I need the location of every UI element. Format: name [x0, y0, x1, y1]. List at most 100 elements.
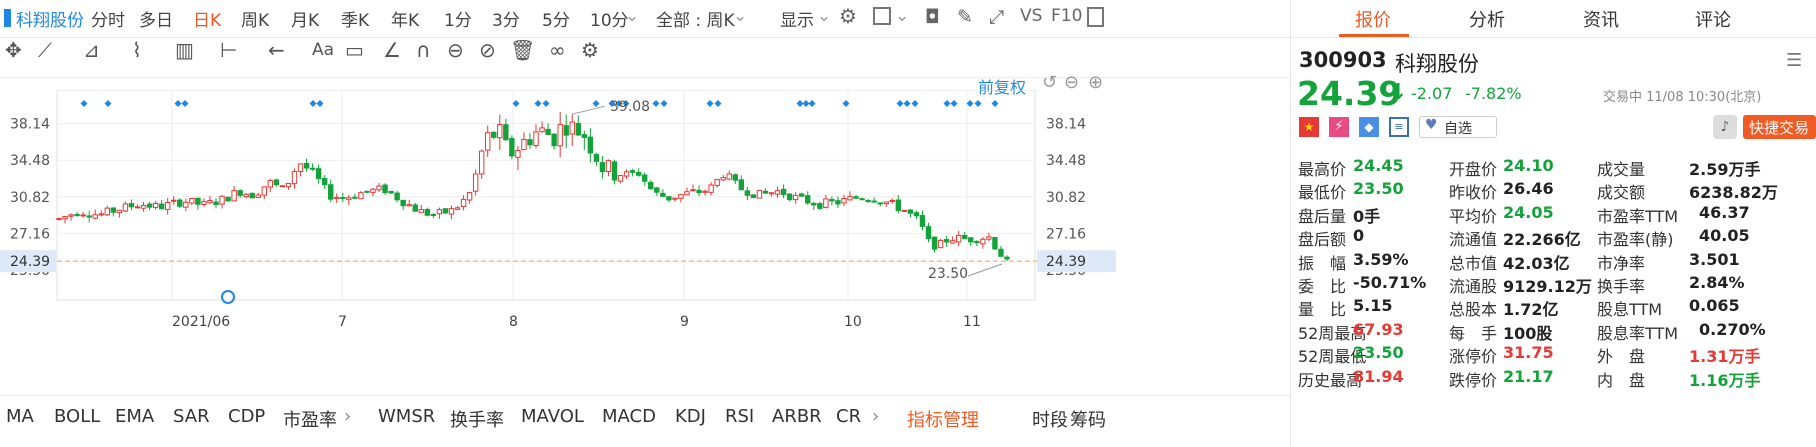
period-tab[interactable]: 分时 [91, 6, 125, 31]
wave-tool-icon[interactable]: ⌇ [132, 38, 142, 62]
settings-icon[interactable]: ⚙ [839, 4, 857, 28]
trash-icon[interactable]: 🗑 [510, 38, 535, 62]
arrow-down-icon: ↓ [1389, 80, 1408, 105]
camera-icon[interactable]: ◘ [925, 6, 940, 28]
candle-body [291, 171, 298, 185]
candle-body [358, 192, 364, 200]
bell-icon[interactable]: ♪ [1713, 115, 1737, 139]
candle-body [460, 198, 467, 208]
text-tool-icon[interactable]: Aa [312, 40, 334, 60]
stat-value: 26.46 [1503, 179, 1554, 199]
active-tab-underline [1339, 34, 1409, 37]
measure-icon[interactable]: ⊢ [220, 38, 237, 62]
candle-body [726, 173, 732, 180]
indicator-tab[interactable]: RSI [725, 406, 754, 427]
indicator-manage-button[interactable]: 指标管理 [907, 406, 979, 432]
indicator-tab[interactable]: 换手率 [450, 406, 504, 432]
line-tool-icon[interactable]: ⟋ [38, 38, 52, 62]
candle-body [557, 124, 563, 147]
hide-icon[interactable]: ⊘ [479, 38, 496, 62]
indicator-tab[interactable]: MA [6, 406, 34, 427]
candle-body [732, 174, 738, 181]
indicator-tab[interactable]: EMA [115, 406, 154, 427]
dropdown-arrow-icon[interactable]: ⌄ [625, 6, 639, 26]
indicator-tab[interactable]: CDP [228, 406, 265, 427]
indicator-tab[interactable]: CR [836, 406, 861, 427]
period-tab[interactable]: 5分 [542, 6, 570, 31]
stat-value: 0.065 [1689, 296, 1740, 316]
period-tab[interactable]: 年K [391, 6, 419, 31]
trading-status: 交易中 11/08 10:30(北京) [1603, 90, 1762, 105]
magnet-icon[interactable]: ∩ [416, 38, 431, 62]
candle-body [56, 217, 62, 220]
tab-quote[interactable]: 报价 [1355, 6, 1391, 32]
period-tab[interactable]: 3分 [492, 6, 520, 31]
arrow-tool-icon[interactable]: ← [268, 38, 285, 62]
session-button[interactable]: 时段 [1032, 406, 1068, 432]
period-tab[interactable]: 季K [341, 6, 369, 31]
candle-body [841, 198, 847, 204]
candle-body [412, 204, 418, 212]
event-marker [104, 100, 112, 107]
fibonacci-icon[interactable]: ▥ [175, 38, 194, 62]
square-icon[interactable] [873, 7, 891, 25]
candle-body [116, 209, 123, 214]
period-tab[interactable]: 多日 [139, 6, 173, 31]
indicator-tab[interactable]: MAVOL [521, 406, 584, 427]
indicator-tab[interactable]: 市盈率 [283, 406, 337, 432]
period-tab[interactable]: 月K [291, 6, 319, 31]
range-select[interactable]: 全部 : 周K [656, 6, 735, 31]
chevron-down-icon[interactable]: ⌄ [817, 6, 831, 26]
candle-body [213, 201, 219, 206]
channel-tool-icon[interactable]: ⊿ [83, 38, 100, 62]
display-button[interactable]: 显示 [780, 6, 814, 31]
candle-body [509, 138, 515, 157]
link-icon[interactable]: ∞ [549, 38, 566, 62]
menu-icon[interactable]: ☰ [1786, 50, 1802, 71]
period-tab[interactable]: 周K [241, 6, 269, 31]
chips-button[interactable]: 筹码 [1070, 406, 1106, 432]
tab-news[interactable]: 资讯 [1583, 6, 1619, 32]
period-tab-active[interactable]: 日K [193, 6, 221, 31]
period-tab[interactable]: 1分 [444, 6, 472, 31]
angle-icon[interactable]: ∠ [383, 38, 401, 62]
stat-label: 量 比 [1298, 300, 1347, 320]
indicator-tab[interactable]: ARBR [772, 406, 822, 427]
indicator-tab[interactable]: MACD [602, 406, 656, 427]
stat-value: 1.16万手 [1689, 370, 1761, 390]
chevron-right-icon[interactable]: › [344, 406, 351, 427]
stock-name: 科翔股份 [16, 11, 84, 31]
candle-body [478, 150, 485, 175]
f10-button[interactable]: F10 [1051, 6, 1082, 26]
candle-body [786, 193, 793, 201]
stat-value: 0手 [1353, 206, 1381, 226]
fullscreen-icon[interactable]: ⤢ [989, 6, 1004, 28]
tab-analysis[interactable]: 分析 [1469, 6, 1505, 32]
chevron-down-icon[interactable]: ⌄ [895, 6, 909, 26]
chevron-right-icon[interactable]: › [872, 406, 879, 427]
indicator-tab[interactable]: WMSR [378, 406, 435, 427]
chevron-down-icon[interactable]: ⌄ [733, 6, 747, 26]
move-icon[interactable]: ✥ [5, 38, 22, 62]
period-tab[interactable]: 10分 [590, 6, 629, 31]
indicator-tab[interactable]: BOLL [54, 406, 100, 427]
comment-icon[interactable]: ▭ [345, 38, 364, 62]
candlestick-chart[interactable]: 38.14 38.14 34.48 34.48 30.82 30.82 27.16 27.16… [0, 90, 1116, 335]
panel-toggle-icon[interactable] [1087, 7, 1104, 27]
quick-trade-label: 快捷交易 [1749, 119, 1810, 137]
event-marker [903, 100, 911, 107]
candle-body [690, 189, 696, 192]
event-marker [706, 100, 714, 107]
lock-icon[interactable]: ⊖ [447, 38, 464, 62]
indicator-tab[interactable]: KDJ [675, 406, 706, 427]
vs-button[interactable]: VS [1020, 6, 1042, 26]
tab-comments[interactable]: 评论 [1695, 6, 1731, 32]
candle-body [334, 197, 340, 200]
current-price: 24.39 [1297, 74, 1402, 113]
candle-body [243, 193, 249, 198]
at-icon [221, 290, 235, 304]
gear-icon[interactable]: ⚙ [581, 38, 599, 62]
indicator-tab[interactable]: SAR [173, 406, 210, 427]
stat-value: 21.17 [1503, 366, 1554, 386]
pencil-icon[interactable]: ✎ [957, 6, 973, 28]
